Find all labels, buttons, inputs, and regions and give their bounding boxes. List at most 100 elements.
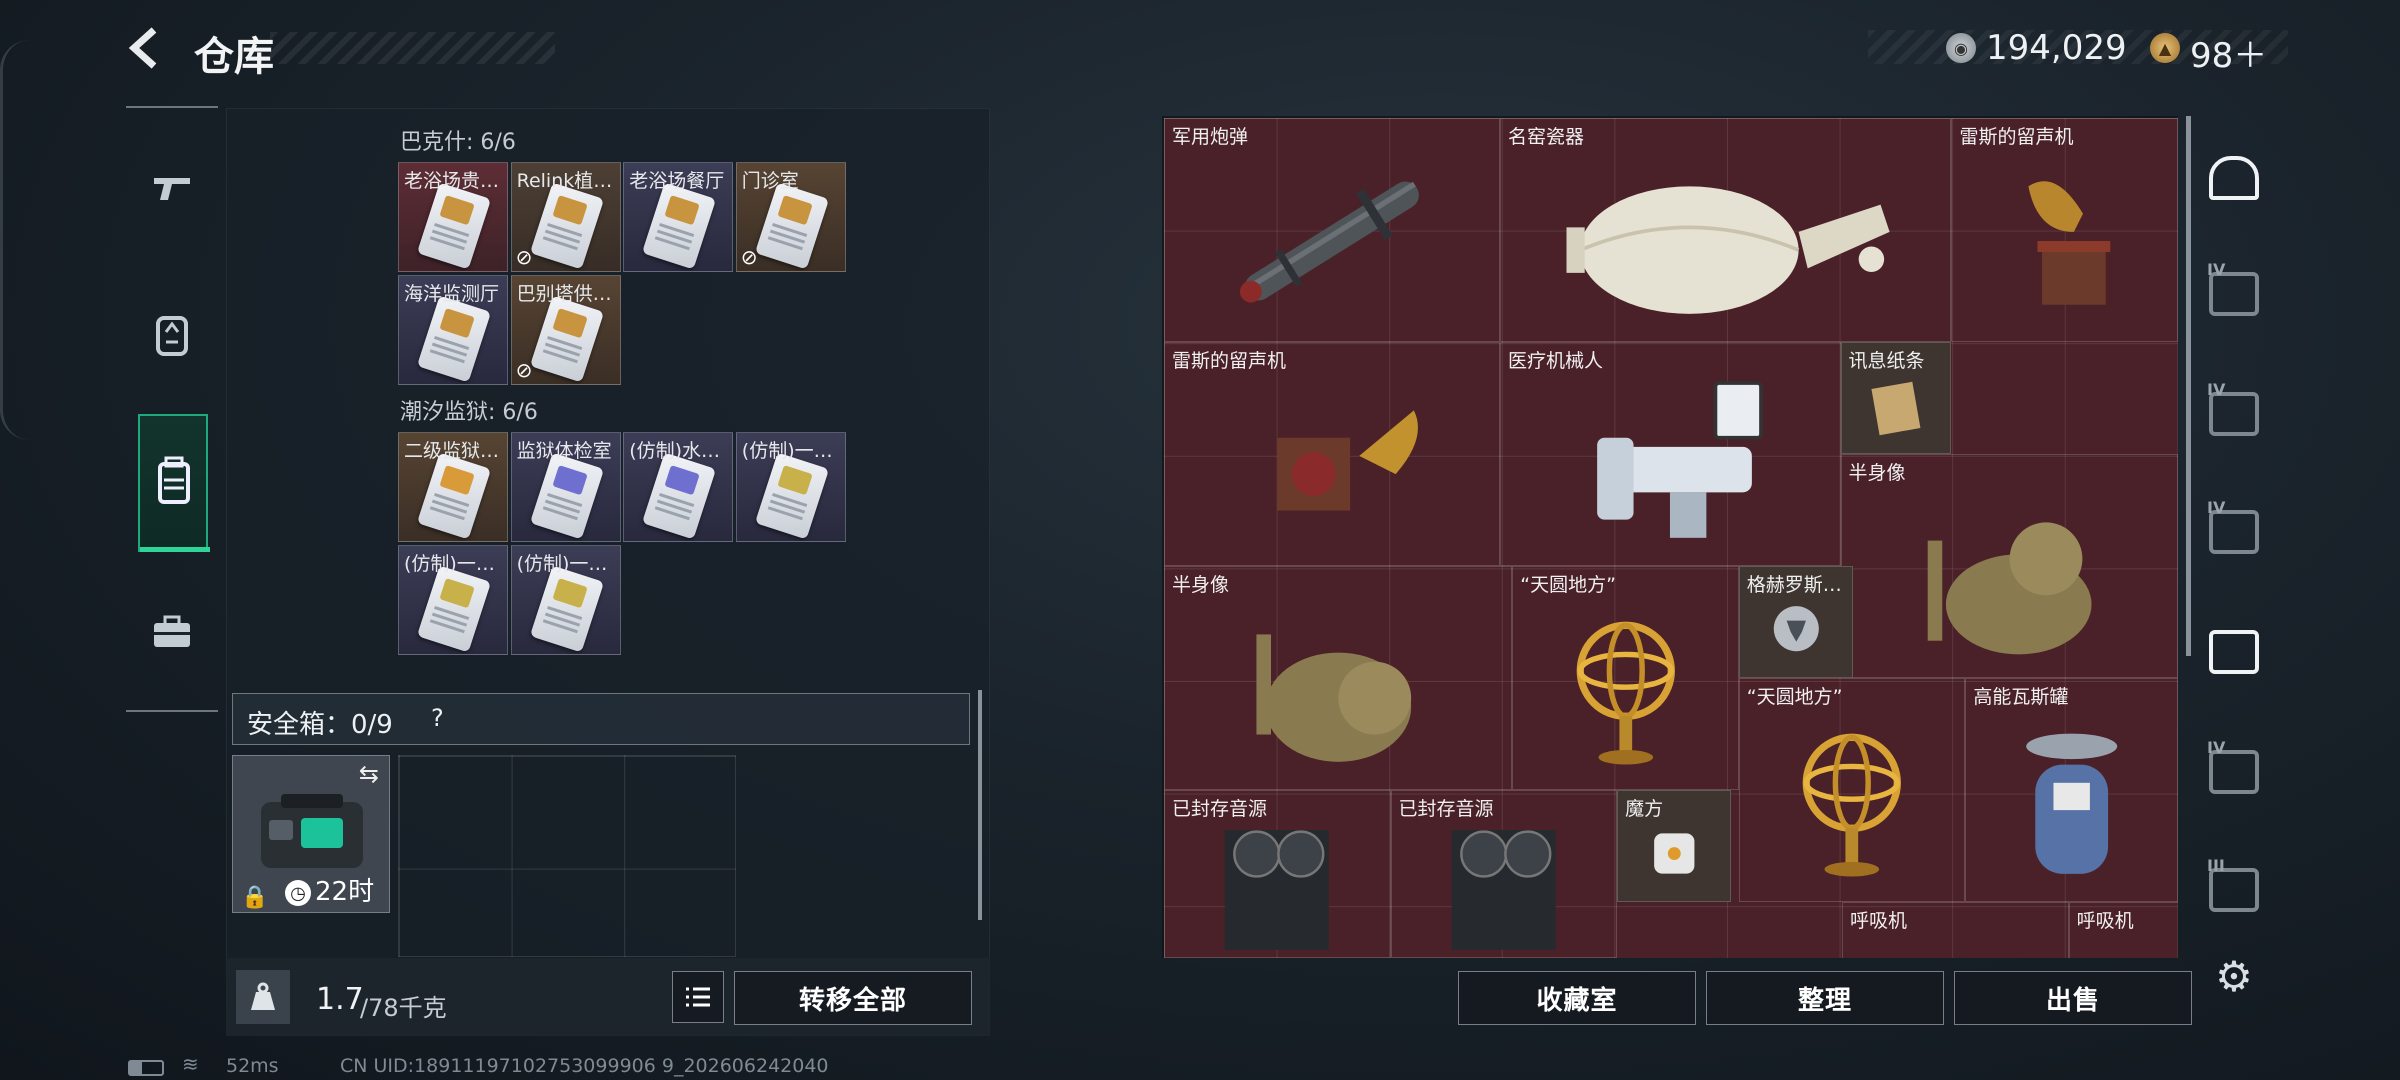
- keycard-item[interactable]: (仿制)一…: [398, 544, 508, 655]
- keycard-item[interactable]: 二级监狱…: [398, 432, 508, 542]
- sidebar-item-weapons[interactable]: [140, 156, 204, 220]
- bust2-icon: [1186, 598, 1491, 780]
- stash-item-label: 讯息纸条: [1848, 350, 1925, 372]
- stash-item-label: 名窑瓷器: [1507, 126, 1584, 148]
- page-title: 仓库: [194, 34, 274, 80]
- armor-icon: [156, 316, 188, 356]
- stash-item-label: 雷斯的留声机: [1959, 126, 2074, 148]
- help-button[interactable]: ?: [431, 704, 444, 732]
- lock-icon: 🔒: [241, 885, 269, 910]
- stash-item-reel2[interactable]: 已封存音源: [1390, 790, 1618, 958]
- keycard-item[interactable]: (仿制)一…: [510, 544, 621, 655]
- back-arrow-icon: [128, 27, 157, 69]
- weight-icon: [251, 982, 275, 1010]
- stash-item-gramophone1[interactable]: 雷斯的留声机: [1951, 118, 2178, 342]
- sort-button[interactable]: 整理: [1706, 971, 1944, 1025]
- weight-button[interactable]: [236, 970, 290, 1024]
- keycard-label: Relink植…: [516, 170, 613, 192]
- sell-button[interactable]: 出售: [1954, 971, 2192, 1025]
- keycard-icon: [754, 182, 829, 270]
- keycard-item[interactable]: 门诊室 ⊘: [735, 162, 846, 272]
- stash-scrollbar[interactable]: [2186, 116, 2191, 656]
- collection-room-button[interactable]: 收藏室: [1458, 971, 1696, 1025]
- group-title-prison: 潮汐监狱: 6/6: [400, 400, 538, 425]
- keycard-label: 海洋监测厅: [404, 282, 500, 305]
- stash-item-reel1[interactable]: 已封存音源: [1164, 790, 1391, 958]
- stash-item-bust1[interactable]: 半身像: [1840, 454, 2178, 678]
- stash-item-gerhard[interactable]: 格赫罗斯…: [1738, 566, 1853, 678]
- transfer-all-button[interactable]: 转移全部: [734, 971, 972, 1025]
- stash-item-label: 医疗机械人: [1507, 350, 1603, 372]
- tab-tier-badge: III: [2207, 856, 2225, 875]
- toolbox-icon: [154, 615, 190, 647]
- keycard-icon: [529, 565, 604, 653]
- keycard-icon: [642, 182, 717, 270]
- weight-max: /78千克: [360, 994, 447, 1022]
- right-tab-5[interactable]: [2202, 620, 2266, 684]
- stash-item-vase[interactable]: 名窑瓷器: [1499, 118, 1952, 342]
- back-button[interactable]: [124, 24, 172, 72]
- list-view-button[interactable]: [672, 971, 724, 1023]
- reel1-icon: [1178, 814, 1376, 951]
- keycard-label: 老浴场贵…: [404, 170, 500, 192]
- stash-grid: 军用炮弹 名窑瓷器 雷斯的留声机 雷斯的留声机 医疗机械人 讯息纸条 半身像 半身像 “天圆地方…: [1164, 118, 2178, 958]
- keycard-item[interactable]: (仿制)一…: [735, 432, 846, 542]
- safe-box-item[interactable]: ⇆ 🔒 ◷ 22时: [232, 755, 390, 913]
- right-tab-2[interactable]: IV: [2202, 260, 2266, 326]
- keycard-icon: [642, 452, 717, 540]
- sidebar-item-backpack[interactable]: [138, 414, 210, 552]
- stash-item-breath2[interactable]: 呼吸机: [2068, 902, 2178, 958]
- vase-icon: [1528, 150, 1924, 332]
- stash-item-gascan[interactable]: 高能瓦斯罐: [1965, 678, 2178, 902]
- reel2-icon: [1405, 814, 1603, 951]
- stash-item-label: 高能瓦斯罐: [1973, 686, 2069, 708]
- premium-currency-amount[interactable]: 98＋: [2190, 28, 2267, 77]
- currency-amount: 194,029: [1986, 28, 2127, 68]
- stash-item-cube[interactable]: 魔方: [1617, 790, 1732, 902]
- gramophone2-icon: [1185, 374, 1479, 556]
- keycard-item[interactable]: 巴别塔供… ⊘: [510, 274, 621, 385]
- keycard-label: (仿制)一…: [516, 552, 608, 575]
- stash-item-armillary2[interactable]: “天圆地方”: [1738, 678, 1966, 902]
- ticket-iv-icon-2: IV: [2207, 738, 2259, 794]
- stash-item-medical[interactable]: 医疗机械人: [1499, 342, 1841, 566]
- keycard-item[interactable]: Relink植… ⊘: [510, 162, 621, 272]
- right-tab-1[interactable]: [2202, 146, 2266, 210]
- settings-button[interactable]: ⚙: [2206, 948, 2262, 1004]
- keycard-label: (仿制)水…: [629, 440, 721, 462]
- header-decoration: [270, 32, 555, 64]
- stash-item-paper[interactable]: 讯息纸条: [1840, 342, 1952, 454]
- sidebar-item-armor[interactable]: [140, 304, 204, 368]
- keycard-item[interactable]: 海洋监测厅: [398, 274, 508, 385]
- battery-icon: [128, 1060, 164, 1076]
- keycard-label: (仿制)一…: [741, 440, 833, 462]
- sidebar-item-toolbox[interactable]: [140, 600, 204, 664]
- stash-item-bust2[interactable]: 半身像: [1164, 566, 1513, 790]
- stash-item-armillary1[interactable]: “天圆地方”: [1512, 566, 1739, 790]
- stash-item-gramophone2[interactable]: 雷斯的留声机: [1164, 342, 1500, 566]
- stash-item-label: 军用炮弹: [1172, 126, 1249, 148]
- group-title-bakeshi: 巴克什: 6/6: [400, 130, 516, 155]
- keycard-label: 监狱体检室: [516, 440, 612, 462]
- bust1-icon: [1862, 486, 2157, 668]
- gun-iii-icon: III: [2207, 856, 2259, 912]
- base-icon: [2209, 156, 2259, 200]
- right-tab-6[interactable]: IV: [2202, 738, 2266, 804]
- swap-icon: ⇆: [358, 760, 379, 788]
- right-tab-7[interactable]: III: [2202, 856, 2266, 922]
- keycard-item[interactable]: 监狱体检室: [510, 432, 621, 542]
- keycard-label: 二级监狱…: [404, 440, 500, 462]
- right-tab-4[interactable]: IV: [2202, 498, 2266, 564]
- stash-item-label: 已封存音源: [1172, 798, 1268, 820]
- safe-box-timer: 22时: [315, 877, 375, 907]
- stash-item-shell[interactable]: 军用炮弹: [1164, 118, 1500, 342]
- stash-item-label: 呼吸机: [2076, 910, 2134, 932]
- keycard-item[interactable]: (仿制)水…: [623, 432, 734, 542]
- panel-scrollbar[interactable]: [978, 690, 982, 920]
- right-tab-3[interactable]: IV: [2202, 380, 2266, 446]
- keycard-item[interactable]: 老浴场餐厅: [623, 162, 734, 272]
- stash-item-label: 雷斯的留声机: [1172, 350, 1287, 372]
- stash-item-breath1[interactable]: 呼吸机: [1842, 902, 2069, 958]
- gascan-icon: [1979, 710, 2164, 892]
- keycard-item[interactable]: 老浴场贵…: [398, 162, 508, 272]
